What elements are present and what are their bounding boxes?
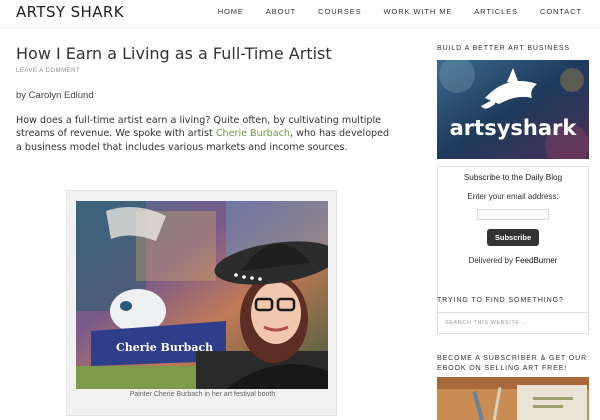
nav-courses[interactable]: COURSES <box>318 7 361 16</box>
search-input[interactable]: SEARCH THIS WEBSITE ... <box>437 312 589 334</box>
feedburner-link[interactable]: FeedBurner <box>515 256 557 265</box>
figure-caption: Painter Cherie Burbach in her art festiv… <box>129 391 276 398</box>
post-byline: by Carolyn Edlund <box>16 90 94 101</box>
post-title: How I Earn a Living as a Full-Time Artis… <box>16 44 332 63</box>
sidebar: BUILD A BETTER ART BUSINESS artsyshark S… <box>437 44 589 420</box>
delivered-by: Delivered by FeedBurner <box>438 256 588 265</box>
subscribe-widget: Subscribe to the Daily Blog Enter your e… <box>437 166 589 316</box>
widget-title-ebook: BECOME A SUBSCRIBER & GET OUR EBOOK ON S… <box>437 355 588 372</box>
nav-contact[interactable]: CONTACT <box>540 7 582 16</box>
email-field[interactable] <box>477 209 549 220</box>
nav-articles[interactable]: ARTICLES <box>474 7 518 16</box>
artist-link[interactable]: Cherie Burbach <box>216 128 290 139</box>
post-figure: Cherie Burbach Painter Cherie Burbach in… <box>66 190 337 416</box>
nav-home[interactable]: HOME <box>218 7 244 16</box>
artsyshark-logo[interactable]: artsyshark <box>437 60 589 159</box>
nav-work-with-me[interactable]: WORK WITH ME <box>384 7 453 16</box>
post-intro: How does a full-time artist earn a livin… <box>16 114 396 154</box>
delivered-by-prefix: Delivered by <box>468 256 516 265</box>
ebook-photo-icon <box>437 377 589 420</box>
site-title[interactable]: ARTSY SHARK <box>16 3 124 21</box>
ebook-image[interactable] <box>437 377 589 420</box>
subscribe-button[interactable]: Subscribe <box>487 229 539 246</box>
shark-logo-icon: artsyshark <box>437 60 589 159</box>
post-content: How I Earn a Living as a Full-Time Artis… <box>16 44 416 154</box>
main-nav: HOME ABOUT COURSES WORK WITH ME ARTICLES… <box>196 7 582 16</box>
leave-comment-link[interactable]: LEAVE A COMMENT <box>16 68 416 74</box>
site-header: ARTSY SHARK HOME ABOUT COURSES WORK WITH… <box>0 0 600 28</box>
artist-photo: Cherie Burbach <box>76 201 328 389</box>
logo-text: artsyshark <box>450 116 578 140</box>
widget-title-search: TRYING TO FIND SOMETHING? <box>437 297 564 304</box>
email-label: Enter your email address: <box>467 192 559 201</box>
widget-title-art-business: BUILD A BETTER ART BUSINESS <box>437 45 570 52</box>
nav-about[interactable]: ABOUT <box>266 7 296 16</box>
subscribe-title: Subscribe to the Daily Blog <box>463 173 563 182</box>
